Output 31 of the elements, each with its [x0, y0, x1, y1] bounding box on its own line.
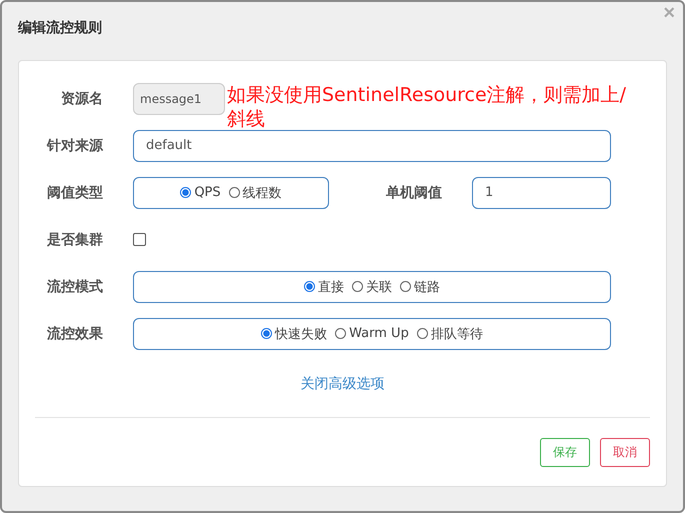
radio-option[interactable]: Warm Up	[335, 326, 409, 341]
radio-icon[interactable]	[352, 281, 363, 292]
radio-option[interactable]: 快速失败	[261, 324, 328, 342]
radio-icon[interactable]	[261, 328, 272, 339]
advanced-options-link[interactable]: 关闭高级选项	[300, 375, 384, 393]
field-label: 是否集群	[46, 230, 103, 248]
radio-icon[interactable]	[228, 187, 240, 198]
annotation-text: 如果没使用SentinelResource注解，则需加上/	[227, 83, 626, 107]
radio-icon[interactable]	[400, 281, 411, 292]
field-label: 资源名	[60, 90, 103, 108]
radio-option[interactable]: 直接	[304, 278, 344, 296]
annotation-text: 斜线	[227, 107, 265, 131]
radio-icon[interactable]	[416, 328, 428, 339]
radio-icon[interactable]	[180, 187, 192, 198]
field-label: 单机阈值	[385, 184, 442, 202]
dialog-title: 编辑流控规则	[18, 19, 102, 37]
radio-icon[interactable]	[304, 281, 315, 292]
radio-option[interactable]: QPS	[180, 185, 221, 200]
threshold-field[interactable]: 1	[472, 176, 611, 208]
field-label: 阈值类型	[46, 184, 103, 202]
radio-option[interactable]: 线程数	[228, 184, 282, 202]
text-field[interactable]: default	[133, 130, 611, 162]
radio-icon[interactable]	[335, 328, 346, 339]
field-label: 流控效果	[46, 324, 103, 342]
cancel-button[interactable]: 取消	[600, 438, 650, 467]
field-label: 针对来源	[46, 136, 103, 154]
radio-option[interactable]: 链路	[400, 278, 440, 296]
checkbox[interactable]	[133, 233, 146, 246]
radio-option[interactable]: 关联	[352, 278, 392, 296]
radio-option[interactable]: 排队等待	[416, 324, 483, 342]
field-label: 流控模式	[46, 278, 103, 296]
